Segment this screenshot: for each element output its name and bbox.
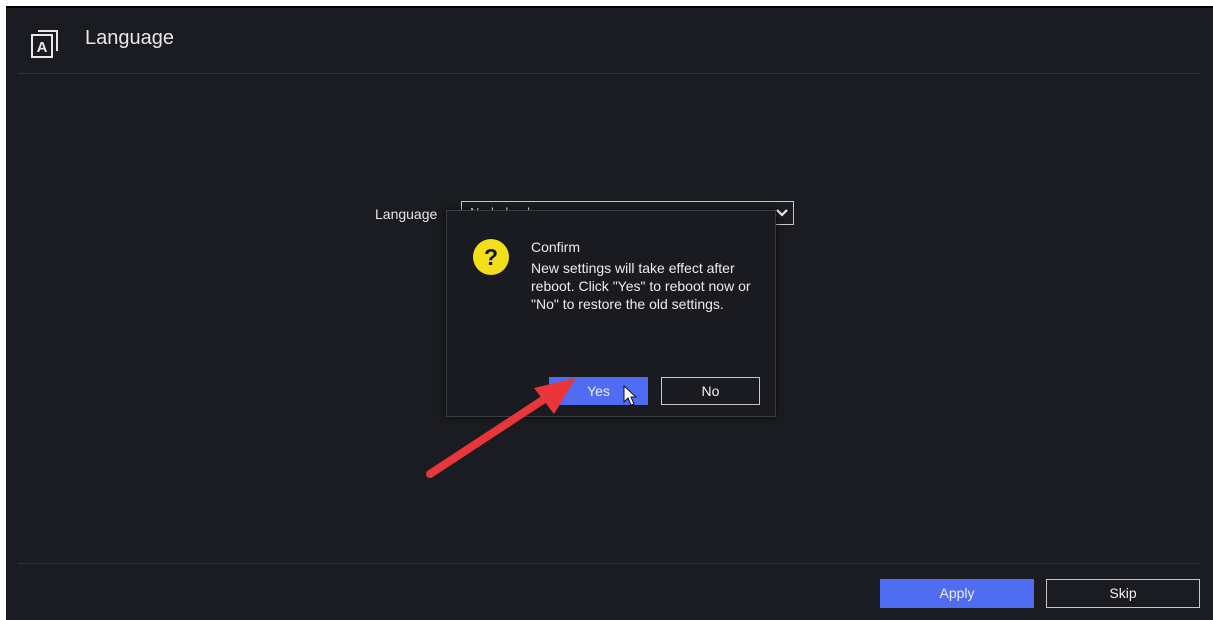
language-icon: A — [31, 30, 58, 58]
chevron-down-icon — [776, 209, 788, 217]
apply-button[interactable]: Apply — [880, 579, 1034, 608]
mouse-cursor-icon — [623, 385, 637, 406]
no-button[interactable]: No — [661, 377, 760, 405]
dialog-title: Confirm — [531, 239, 581, 255]
question-icon: ? — [473, 239, 509, 275]
header-divider — [18, 73, 1201, 74]
page-header: A Language — [6, 8, 1213, 74]
setup-window: A Language Language Nederlands ? Confirm… — [6, 6, 1213, 620]
language-label: Language — [375, 206, 438, 222]
footer-divider — [18, 563, 1201, 564]
language-icon-glyph: A — [37, 39, 48, 56]
skip-button[interactable]: Skip — [1046, 579, 1200, 608]
page-title: Language — [85, 27, 174, 49]
dialog-message: New settings will take effect after rebo… — [531, 260, 751, 312]
annotation-arrow-icon — [426, 378, 576, 478]
question-icon-glyph: ? — [483, 244, 499, 270]
